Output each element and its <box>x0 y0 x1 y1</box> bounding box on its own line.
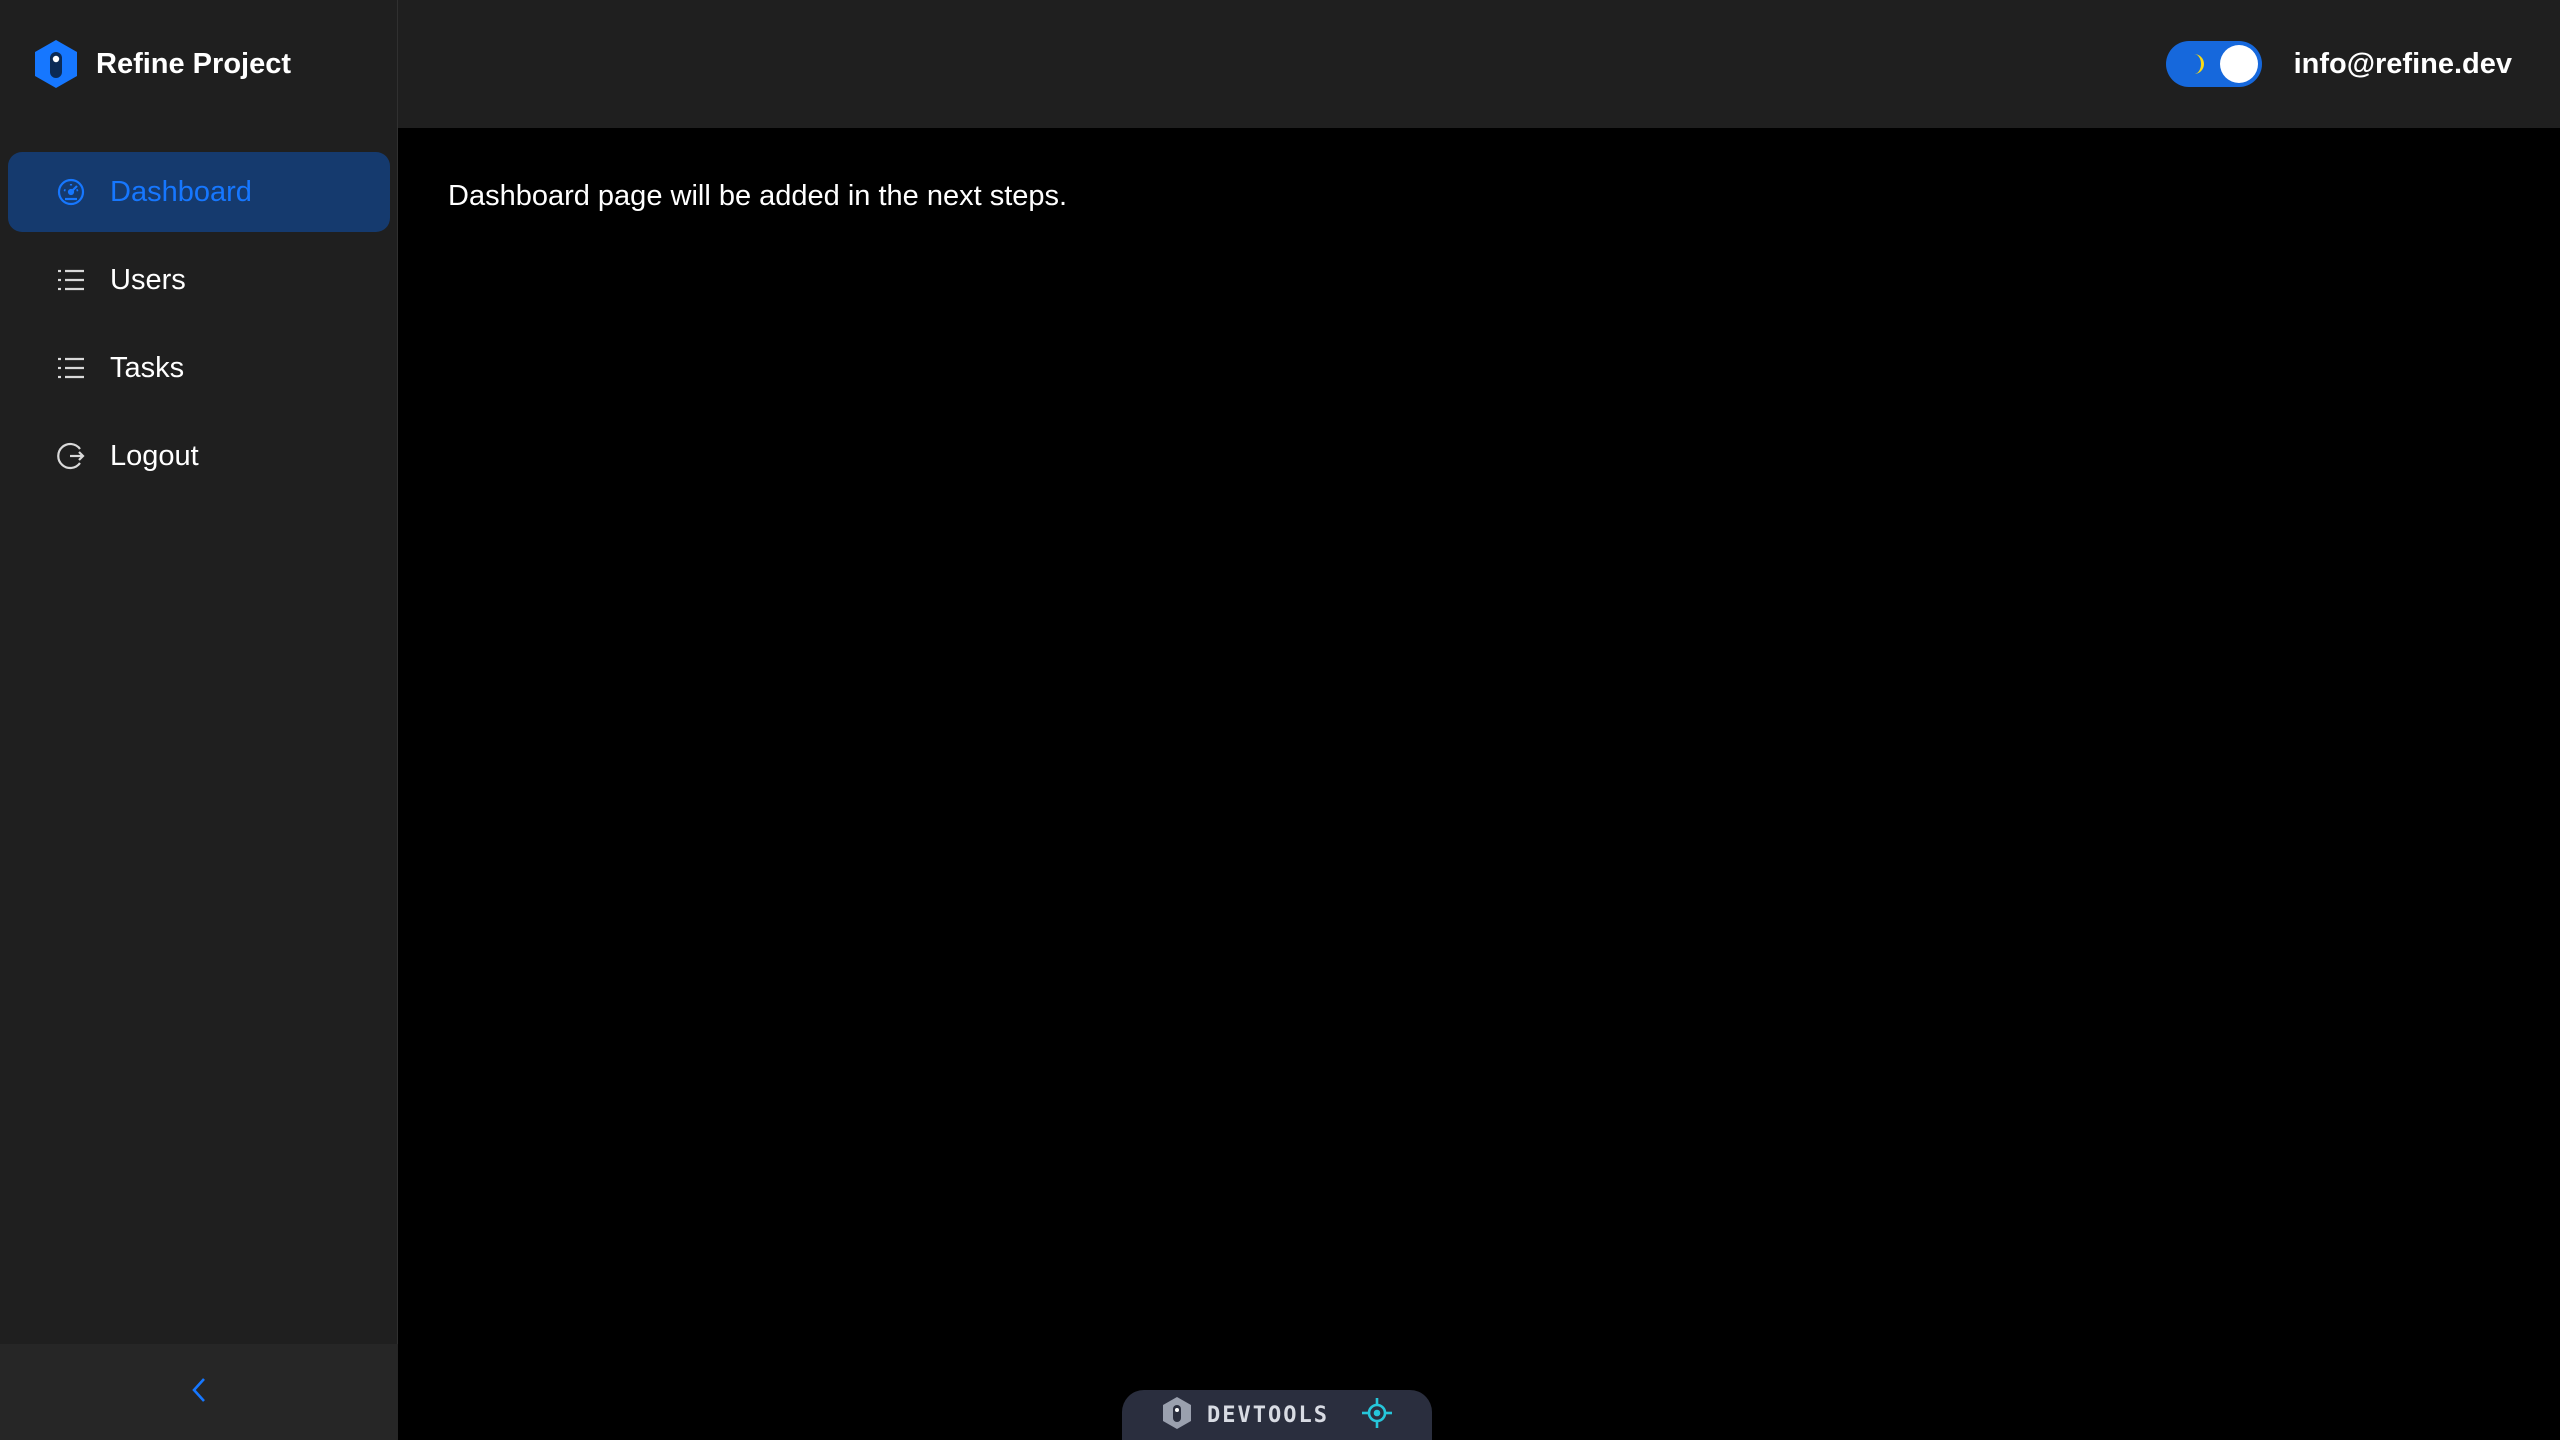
sidebar-item-users[interactable]: Users <box>8 240 390 320</box>
refine-logo-icon <box>1161 1396 1193 1435</box>
sidebar-item-label: Users <box>110 263 186 296</box>
header: info@refine.dev <box>398 0 2560 128</box>
sidebar-item-logout[interactable]: Logout <box>8 416 390 496</box>
devtools-label: DEVTOOLS <box>1207 1402 1329 1428</box>
crosshair-icon[interactable] <box>1361 1397 1393 1434</box>
sidebar-item-label: Logout <box>110 439 199 472</box>
moon-icon <box>2186 52 2206 81</box>
logout-icon <box>54 439 88 473</box>
toggle-knob <box>2219 45 2258 83</box>
refine-logo-icon <box>30 38 82 90</box>
chevron-left-icon <box>188 1376 210 1409</box>
sidebar-item-dashboard[interactable]: Dashboard <box>8 152 390 232</box>
sidebar-item-label: Dashboard <box>110 175 252 208</box>
sidebar-menu: Dashboard Users Tasks Logout <box>8 152 390 504</box>
dashboard-icon <box>54 175 88 209</box>
list-icon <box>54 263 88 297</box>
sidebar-item-label: Tasks <box>110 351 185 384</box>
theme-toggle[interactable] <box>2165 41 2262 87</box>
sidebar-collapse-button[interactable] <box>0 1344 398 1440</box>
brand-title: Refine Project <box>96 47 291 80</box>
list-icon <box>54 351 88 385</box>
sidebar: Refine Project Dashboard Users Tasks Log… <box>0 0 398 1440</box>
dashboard-message: Dashboard page will be added in the next… <box>448 180 1068 212</box>
user-email: info@refine.dev <box>2293 47 2512 80</box>
brand[interactable]: Refine Project <box>0 0 398 128</box>
sidebar-item-tasks[interactable]: Tasks <box>8 328 390 408</box>
devtools-button[interactable]: DEVTOOLS <box>1122 1390 1432 1440</box>
app-root: Refine Project Dashboard Users Tasks Log… <box>0 0 2560 1440</box>
